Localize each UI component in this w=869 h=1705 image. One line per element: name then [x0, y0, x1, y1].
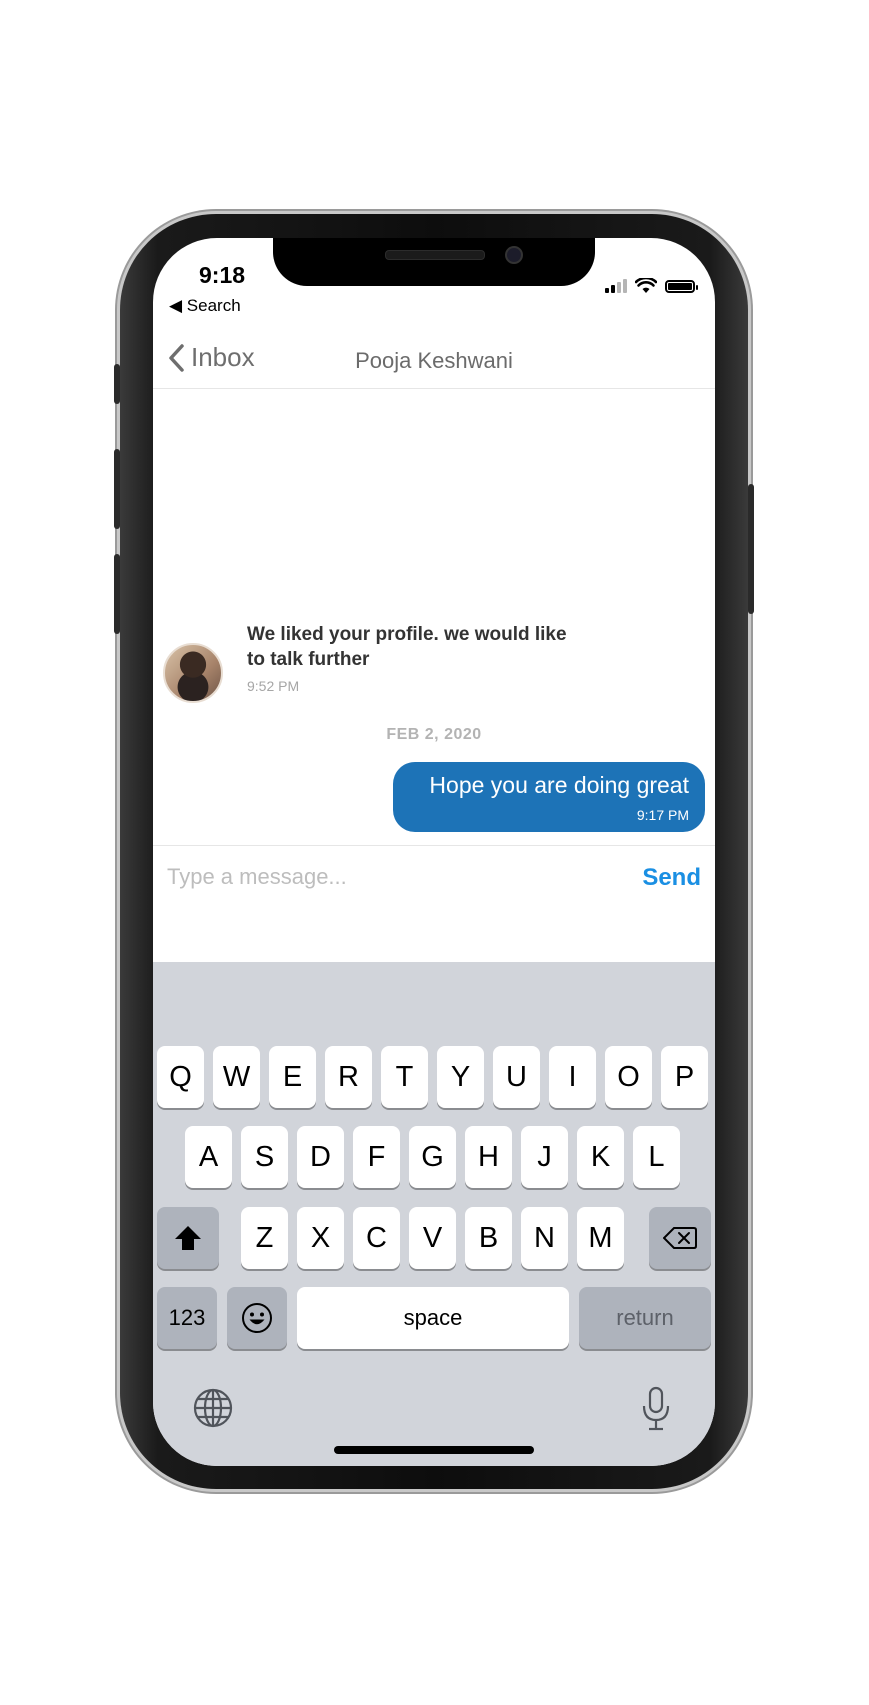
key-v[interactable]: V [409, 1207, 456, 1269]
key-e[interactable]: E [269, 1046, 316, 1108]
incoming-message-time: 9:52 PM [247, 678, 300, 694]
key-s[interactable]: S [241, 1126, 288, 1188]
emoji-icon [242, 1303, 272, 1333]
key-l[interactable]: L [633, 1126, 680, 1188]
power-button [748, 484, 754, 614]
key-y[interactable]: Y [437, 1046, 484, 1108]
cellular-signal-icon [605, 279, 627, 293]
numbers-key[interactable]: 123 [157, 1287, 217, 1349]
shift-icon [175, 1226, 201, 1250]
key-r[interactable]: R [325, 1046, 372, 1108]
key-q[interactable]: Q [157, 1046, 204, 1108]
key-i[interactable]: I [549, 1046, 596, 1108]
key-a[interactable]: A [185, 1126, 232, 1188]
speaker [385, 250, 485, 260]
key-x[interactable]: X [297, 1207, 344, 1269]
volume-up-button [114, 449, 120, 529]
battery-icon [665, 279, 698, 293]
message-composer: Send [153, 845, 715, 962]
silent-switch [114, 364, 120, 404]
home-indicator[interactable] [334, 1446, 534, 1454]
status-time: 9:18 [199, 262, 246, 288]
key-o[interactable]: O [605, 1046, 652, 1108]
key-h[interactable]: H [465, 1126, 512, 1188]
key-j[interactable]: J [521, 1126, 568, 1188]
phone-screen: 9:18 ◀ Search Inbox Pooja Keshwani We li… [153, 238, 715, 1466]
key-n[interactable]: N [521, 1207, 568, 1269]
key-z[interactable]: Z [241, 1207, 288, 1269]
volume-down-button [114, 554, 120, 634]
key-m[interactable]: M [577, 1207, 624, 1269]
space-key[interactable]: space [297, 1287, 569, 1349]
conversation-title: Pooja Keshwani [355, 348, 513, 373]
globe-icon[interactable] [193, 1388, 233, 1428]
front-camera [505, 246, 523, 264]
key-u[interactable]: U [493, 1046, 540, 1108]
key-c[interactable]: C [353, 1207, 400, 1269]
key-w[interactable]: W [213, 1046, 260, 1108]
emoji-key[interactable] [227, 1287, 287, 1349]
status-icons [605, 278, 698, 294]
key-t[interactable]: T [381, 1046, 428, 1108]
backspace-key[interactable] [649, 1207, 711, 1269]
incoming-message-text: We liked your profile. we would like to … [247, 624, 567, 670]
outgoing-message-time: 9:17 PM [636, 807, 689, 823]
date-separator: FEB 2, 2020 [386, 726, 482, 743]
outgoing-message-text: Hope you are doing great [429, 772, 689, 798]
key-b[interactable]: B [465, 1207, 512, 1269]
status-back-to-app[interactable]: ◀ Search [169, 296, 241, 316]
key-g[interactable]: G [409, 1126, 456, 1188]
microphone-icon[interactable] [639, 1386, 673, 1432]
wifi-icon [635, 278, 657, 293]
navigation-bar: Inbox Pooja Keshwani [153, 328, 715, 389]
return-key[interactable]: return [579, 1287, 711, 1349]
message-input[interactable] [167, 860, 567, 894]
contact-avatar[interactable] [163, 643, 223, 703]
send-button[interactable]: Send [642, 864, 701, 892]
key-d[interactable]: D [297, 1126, 344, 1188]
shift-key[interactable] [157, 1207, 219, 1269]
notch [273, 238, 595, 286]
key-f[interactable]: F [353, 1126, 400, 1188]
outgoing-message-bubble[interactable]: Hope you are doing great 9:17 PM [393, 762, 705, 832]
key-k[interactable]: K [577, 1126, 624, 1188]
keyboard: QWERTYUIOP ASDFGHJKL ZXCVBNM 123 space r… [153, 962, 715, 1466]
backspace-icon [663, 1227, 697, 1249]
key-p[interactable]: P [661, 1046, 708, 1108]
